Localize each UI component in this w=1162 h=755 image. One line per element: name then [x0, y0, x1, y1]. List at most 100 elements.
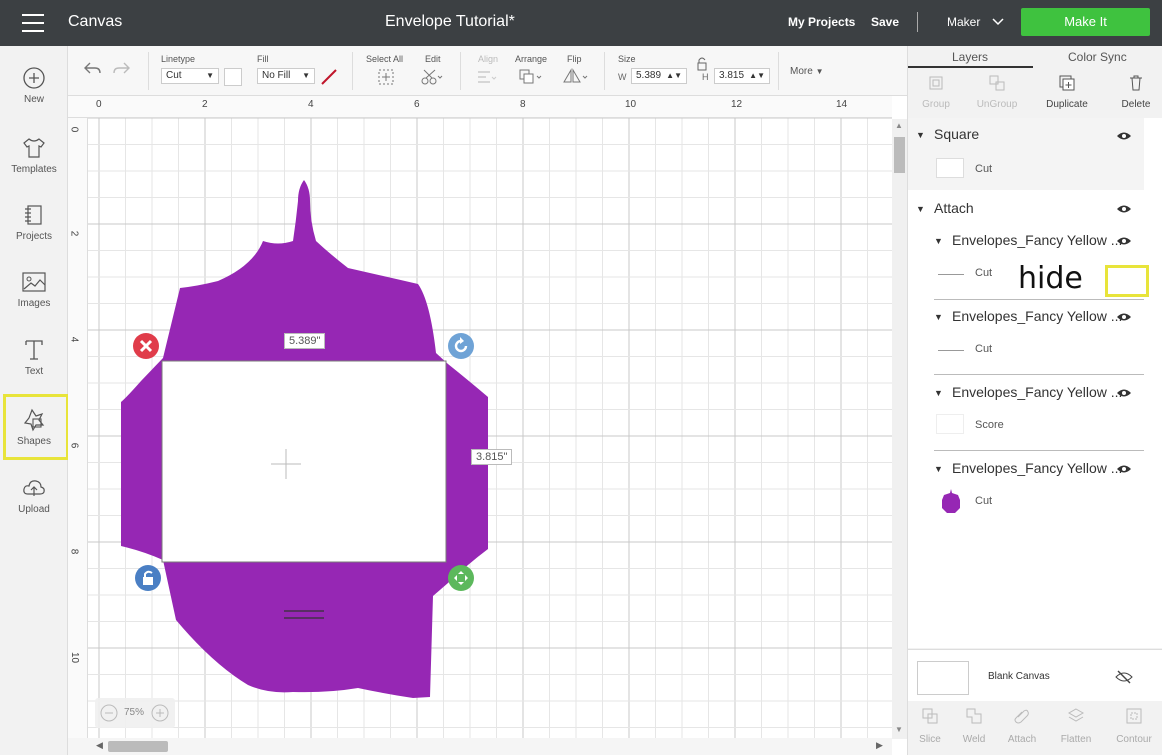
ungroup-button[interactable]: UnGroup	[974, 74, 1020, 110]
fill-select[interactable]: No Fill ▼	[257, 68, 315, 84]
height-input[interactable]: 3.815 ▲▼	[714, 68, 770, 84]
layer-envelope-2[interactable]: ▼ Envelopes_Fancy Yellow ... Cut	[908, 304, 1148, 374]
machine-select[interactable]: Maker	[947, 15, 1004, 29]
resize-handle-icon[interactable]	[447, 564, 475, 592]
caret-down-icon[interactable]: ▼	[934, 312, 943, 322]
line-thumbnail	[938, 350, 964, 351]
layer-operation: Cut	[975, 343, 993, 355]
eye-hidden-icon[interactable]	[1115, 670, 1133, 684]
sidebar-item-projects[interactable]: Projects	[0, 201, 68, 242]
layer-square[interactable]: ▼ Square Cut	[908, 118, 1144, 190]
more-menu[interactable]: More ▼	[790, 66, 824, 77]
sidebar-item-new[interactable]: New	[0, 64, 68, 105]
my-projects-link[interactable]: My Projects	[788, 15, 855, 29]
layer-operation: Cut	[975, 267, 993, 279]
delete-button[interactable]: Delete	[1116, 74, 1156, 110]
tab-color-sync[interactable]: Color Sync	[1068, 50, 1127, 64]
linetype-color-swatch[interactable]	[224, 68, 242, 86]
bottom-actions: Slice Weld Attach Flatten Contour	[908, 701, 1162, 755]
zoom-in-icon[interactable]	[151, 704, 169, 722]
tab-layers[interactable]: Layers	[952, 50, 988, 64]
design-canvas[interactable]: 0 2 4 6 8 10 12 14 0 2 4 6 8 10 5.389" 3…	[68, 96, 892, 755]
contour-button[interactable]: Contour	[1112, 707, 1156, 745]
lock-icon[interactable]	[695, 56, 709, 72]
eye-icon[interactable]	[1116, 311, 1132, 323]
weld-button[interactable]: Weld	[956, 707, 992, 745]
stepper-icon[interactable]: ▲▼	[666, 69, 682, 83]
envelope-shape[interactable]	[68, 96, 892, 755]
layer-divider	[934, 450, 1144, 451]
attach-button[interactable]: Attach	[1004, 707, 1040, 745]
save-link[interactable]: Save	[871, 15, 899, 29]
layer-envelope-4[interactable]: ▼ Envelopes_Fancy Yellow ... Cut	[908, 456, 1148, 526]
linetype-label: Linetype	[161, 54, 196, 64]
eye-icon[interactable]	[1116, 203, 1132, 215]
align-icon[interactable]	[476, 70, 500, 86]
rotate-handle-icon[interactable]	[447, 332, 475, 360]
sidebar-label-text: Text	[24, 366, 44, 377]
slice-button[interactable]: Slice	[912, 707, 948, 745]
sidebar-item-text[interactable]: Text	[0, 336, 68, 377]
toolbar-divider	[778, 52, 779, 90]
caret-down-icon[interactable]: ▼	[916, 130, 925, 140]
zoom-level: 75%	[124, 707, 145, 718]
machine-label: Maker	[947, 15, 981, 29]
zoom-out-icon[interactable]	[100, 704, 118, 722]
group-button[interactable]: Group	[916, 74, 956, 110]
blank-canvas-swatch[interactable]	[917, 661, 969, 695]
tshirt-icon	[23, 138, 45, 158]
layer-envelope-3[interactable]: ▼ Envelopes_Fancy Yellow ... Score	[908, 380, 1148, 450]
ungroup-icon	[989, 75, 1005, 91]
blank-canvas-row[interactable]: Blank Canvas	[908, 649, 1162, 701]
arrange-icon[interactable]	[518, 68, 546, 86]
caret-down-icon[interactable]: ▼	[934, 236, 943, 246]
edit-label: Edit	[425, 54, 441, 64]
sidebar-label-new: New	[23, 94, 44, 105]
undo-icon[interactable]	[82, 60, 102, 76]
horizontal-scroll-thumb[interactable]	[108, 741, 168, 752]
left-sidebar: New Templates Projects Images Text Shape…	[0, 46, 69, 755]
scroll-left-icon[interactable]: ◀	[96, 740, 103, 751]
eye-icon[interactable]	[1116, 463, 1132, 475]
scroll-right-icon[interactable]: ▶	[876, 740, 883, 751]
eye-icon[interactable]	[1116, 130, 1132, 142]
flip-icon[interactable]	[562, 68, 590, 86]
select-all-icon[interactable]	[377, 68, 395, 86]
scroll-up-icon[interactable]: ▲	[895, 121, 903, 130]
sidebar-item-images[interactable]: Images	[0, 268, 68, 309]
layer-attach[interactable]: ▼ Attach	[908, 194, 1148, 224]
duplicate-button[interactable]: Duplicate	[1044, 74, 1090, 110]
caret-down-icon[interactable]: ▼	[934, 388, 943, 398]
menu-icon[interactable]	[22, 14, 44, 32]
eye-icon[interactable]	[1116, 235, 1132, 247]
zoom-control: 75%	[95, 698, 175, 728]
hide-highlight-box	[1105, 265, 1149, 297]
width-input[interactable]: 5.389 ▲▼	[631, 68, 687, 84]
contour-label: Contour	[1116, 734, 1152, 745]
duplicate-icon	[1059, 75, 1075, 91]
scroll-down-icon[interactable]: ▼	[895, 725, 903, 734]
eye-icon[interactable]	[1116, 387, 1132, 399]
lock-handle-icon[interactable]	[134, 564, 162, 592]
sidebar-item-templates[interactable]: Templates	[0, 134, 68, 175]
stepper-icon[interactable]: ▲▼	[749, 69, 765, 83]
size-label: Size	[618, 54, 636, 64]
layer-name: Square	[934, 126, 980, 142]
no-fill-swatch-icon[interactable]	[320, 68, 338, 86]
flip-label: Flip	[567, 54, 582, 64]
toolbar-divider	[604, 52, 605, 90]
layer-name: Envelopes_Fancy Yellow ...	[952, 308, 1123, 324]
redo-icon[interactable]	[112, 60, 132, 76]
linetype-select[interactable]: Cut ▼	[161, 68, 219, 84]
trash-icon	[1130, 75, 1142, 91]
scissors-icon[interactable]	[420, 68, 444, 86]
caret-down-icon[interactable]: ▼	[916, 204, 925, 214]
flatten-button[interactable]: Flatten	[1056, 707, 1096, 745]
vertical-scroll-thumb[interactable]	[894, 137, 905, 173]
make-it-button[interactable]: Make It	[1021, 8, 1150, 36]
vertical-scrollbar[interactable]: ▲ ▼	[892, 119, 907, 739]
delete-handle-icon[interactable]	[132, 332, 160, 360]
caret-down-icon[interactable]: ▼	[934, 464, 943, 474]
sidebar-item-upload[interactable]: Upload	[0, 474, 68, 515]
horizontal-scrollbar[interactable]: ◀ ▶	[68, 738, 892, 755]
